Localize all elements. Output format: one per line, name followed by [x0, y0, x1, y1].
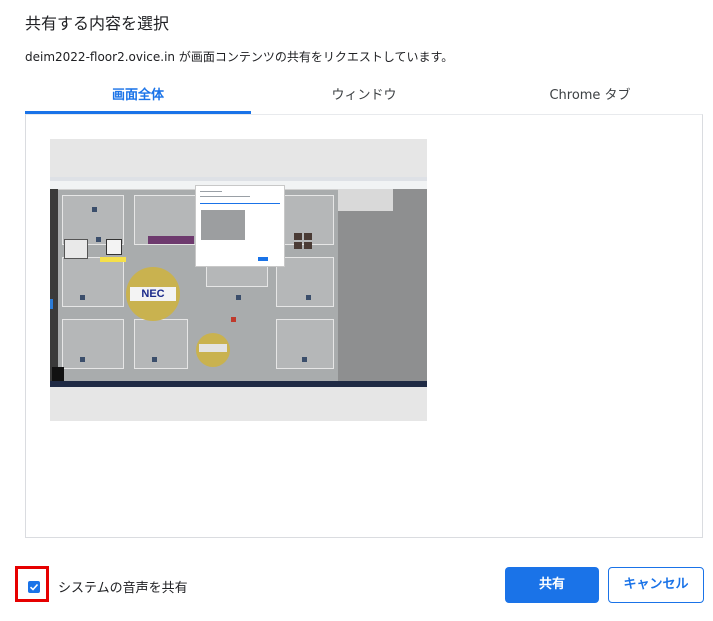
table-icon	[294, 233, 312, 249]
red-marker	[231, 317, 236, 322]
os-taskbar	[50, 381, 427, 387]
avatar-marker	[152, 357, 157, 362]
avatar-marker	[96, 237, 101, 242]
dark-panel	[52, 367, 64, 381]
avatar-marker	[92, 207, 97, 212]
app-sidebar	[50, 189, 58, 385]
mini-thumbnail	[201, 210, 245, 240]
map-edge-header	[338, 189, 393, 211]
room	[62, 195, 124, 245]
room	[62, 257, 124, 307]
avatar-marker	[80, 357, 85, 362]
avatar-marker	[306, 295, 311, 300]
screen-thumbnail[interactable]: NEC	[50, 139, 427, 421]
system-audio-checkbox[interactable]	[28, 581, 40, 593]
cancel-button[interactable]: キャンセル	[608, 567, 704, 603]
map-edge-area	[338, 189, 427, 381]
mini-share-button	[258, 257, 268, 261]
room	[62, 319, 124, 369]
source-panel: NEC	[25, 114, 703, 538]
mini-subtitle	[200, 196, 250, 197]
whiteboard	[64, 239, 88, 259]
tab-window[interactable]: ウィンドウ	[251, 83, 477, 114]
room	[134, 319, 188, 369]
avatar-marker	[302, 357, 307, 362]
yellow-circle-label	[199, 344, 227, 352]
source-tabs: 画面全体 ウィンドウ Chrome タブ	[25, 83, 703, 114]
avatar-marker	[236, 295, 241, 300]
checkmark-icon	[29, 583, 39, 591]
dialog-subtitle: deim2022-floor2.ovice.in が画面コンテンツの共有をリクエ…	[25, 50, 454, 64]
tab-entire-screen[interactable]: 画面全体	[25, 83, 251, 114]
mini-title	[200, 191, 222, 192]
yellow-sign	[100, 257, 126, 262]
qr-code	[106, 239, 122, 255]
highlight-box	[15, 566, 49, 602]
share-button[interactable]: 共有	[505, 567, 599, 603]
tab-chrome-tab[interactable]: Chrome タブ	[477, 83, 703, 114]
dialog-title: 共有する内容を選択	[25, 14, 170, 33]
avatar-marker	[80, 295, 85, 300]
side-indicator	[50, 299, 53, 309]
nested-share-dialog	[195, 185, 285, 267]
system-audio-label: システムの音声を共有	[58, 581, 188, 596]
mini-tab-underline	[200, 203, 280, 204]
nec-logo-text: NEC	[130, 287, 176, 301]
purple-banner	[148, 236, 194, 244]
screen-preview-image: NEC	[50, 177, 427, 387]
